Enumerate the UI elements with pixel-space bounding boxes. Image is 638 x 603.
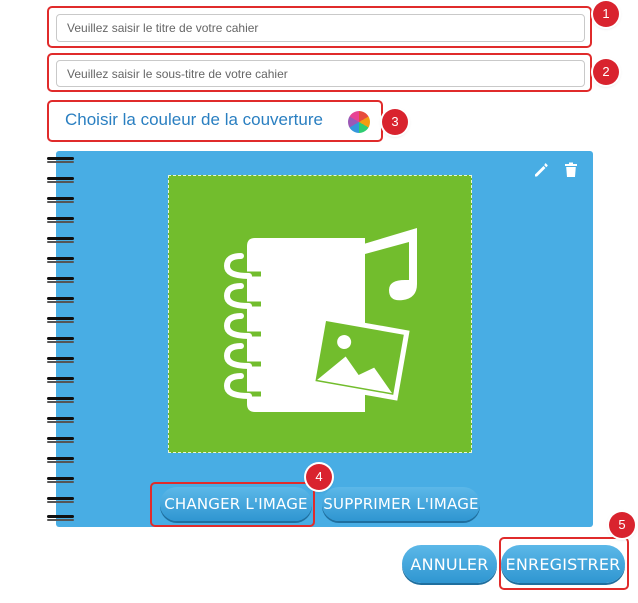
cover-image[interactable] [168, 175, 472, 453]
spiral-ring [46, 356, 76, 365]
spiral-ring [46, 316, 76, 325]
spiral-ring [46, 216, 76, 225]
spiral-ring [46, 196, 76, 205]
subtitle-field-frame [47, 53, 592, 92]
title-input[interactable] [56, 14, 585, 42]
spiral-ring [46, 496, 76, 505]
spiral-ring [46, 156, 76, 165]
spiral-ring [46, 296, 76, 305]
badge-3: 3 [382, 109, 408, 135]
pencil-icon[interactable] [533, 162, 549, 178]
spiral-ring [46, 336, 76, 345]
trash-icon[interactable] [563, 162, 579, 178]
badge-2: 2 [593, 59, 619, 85]
badge-1: 1 [593, 1, 619, 27]
cover-color-link[interactable]: Choisir la couleur de la couverture [65, 110, 323, 130]
change-image-button[interactable]: CHANGER L'IMAGE [160, 487, 312, 521]
spiral-ring [46, 416, 76, 425]
title-field-frame [47, 6, 592, 48]
spiral-ring [46, 256, 76, 265]
badge-5: 5 [609, 512, 635, 538]
subtitle-input[interactable] [56, 60, 585, 87]
spiral-ring [46, 276, 76, 285]
spiral-ring [46, 396, 76, 405]
cancel-button[interactable]: ANNULER [402, 545, 497, 583]
spiral-ring [46, 456, 76, 465]
spiral-ring [46, 514, 76, 523]
notebook-music-image-icon [223, 228, 417, 416]
save-button[interactable]: ENREGISTRER [501, 545, 625, 583]
color-wheel-icon[interactable] [348, 111, 370, 133]
spiral-ring [46, 376, 76, 385]
spiral-ring [46, 436, 76, 445]
spiral-binding [46, 156, 76, 526]
remove-image-button[interactable]: SUPPRIMER L'IMAGE [322, 487, 480, 521]
spiral-ring [46, 476, 76, 485]
badge-4: 4 [306, 464, 332, 490]
spiral-ring [46, 176, 76, 185]
cover-color-chooser[interactable]: Choisir la couleur de la couverture [47, 100, 383, 142]
spiral-ring [46, 236, 76, 245]
